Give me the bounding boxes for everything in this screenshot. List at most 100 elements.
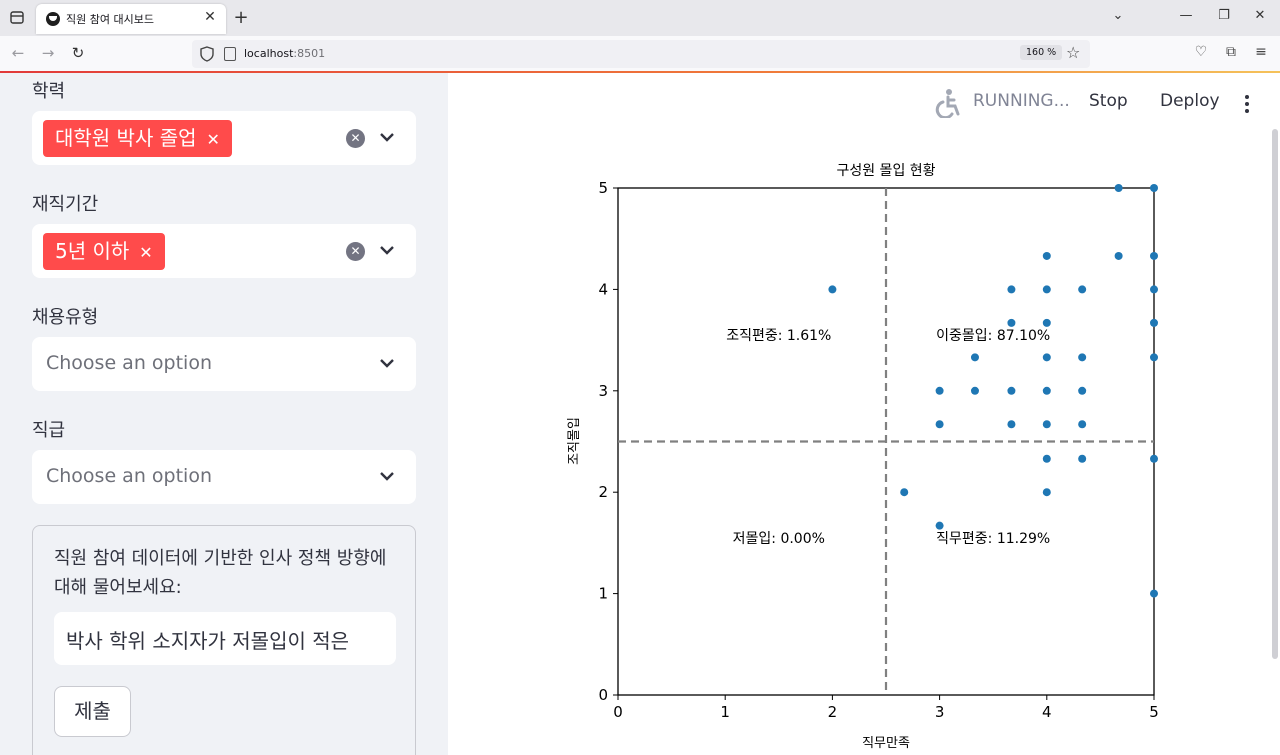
quadrant-labels: 조직편중: 1.61% 이중몰입: 87.10% 저몰입: 0.00% 직무편중: 1… xyxy=(726,328,1050,547)
quadrant-label: 이중몰입: 87.10% xyxy=(936,328,1050,344)
back-arrow-icon[interactable]: ← xyxy=(8,44,28,62)
forward-arrow-icon[interactable]: → xyxy=(38,44,58,62)
scatter-point xyxy=(900,488,909,497)
filter-label-education: 학력 xyxy=(32,81,66,102)
x-tick-label: 4 xyxy=(1042,703,1052,721)
chevron-down-icon[interactable] xyxy=(378,239,396,261)
chevron-down-icon[interactable] xyxy=(378,352,396,374)
scatter-point xyxy=(1150,454,1158,463)
clear-all-icon[interactable]: ✕ xyxy=(346,242,365,261)
scatter-point xyxy=(935,521,944,530)
chip-label: 5년 이하 xyxy=(55,239,130,263)
streamlit-favicon-icon xyxy=(46,12,60,26)
main-content: RUNNING... Stop Deploy 구성원 몰입 현황 0123450… xyxy=(448,73,1280,755)
stop-button[interactable]: Stop xyxy=(1089,91,1128,119)
scrollbar[interactable] xyxy=(1272,129,1278,659)
url-bar[interactable]: localhost:8501 160 % ☆ xyxy=(192,40,1090,68)
scatter-point xyxy=(1042,318,1051,327)
reload-icon[interactable]: ↻ xyxy=(68,44,88,62)
tab-overflow-chevron-icon[interactable]: ⌄ xyxy=(1108,8,1128,23)
y-tick-label: 5 xyxy=(598,179,608,197)
scatter-point xyxy=(1042,488,1051,497)
window-close-icon[interactable]: ✕ xyxy=(1250,8,1270,23)
restore-icon[interactable]: ❐ xyxy=(1214,8,1234,23)
threshold-lines xyxy=(618,188,1154,695)
shield-icon[interactable] xyxy=(200,46,214,62)
browser-tab[interactable]: 직원 참여 대시보드 ✕ xyxy=(36,4,226,34)
selected-chip[interactable]: 5년 이하 ✕ xyxy=(43,233,165,270)
chart-title: 구성원 몰입 현황 xyxy=(836,163,935,179)
tab-close-icon[interactable]: ✕ xyxy=(202,9,218,25)
filter-label-rank: 직급 xyxy=(32,420,66,441)
y-tick-label: 4 xyxy=(598,280,608,298)
clear-all-icon[interactable]: ✕ xyxy=(346,129,365,148)
tab-title: 직원 참여 대시보드 xyxy=(66,13,154,26)
chip-label: 대학원 박사 졸업 xyxy=(55,126,197,150)
minimize-icon[interactable]: — xyxy=(1176,8,1196,23)
filter-label-hire-type: 채용유형 xyxy=(32,307,99,328)
scatter-point xyxy=(1007,285,1016,294)
scatter-point xyxy=(1150,285,1158,294)
scatter-point xyxy=(1007,420,1016,429)
scatter-point xyxy=(1042,353,1051,362)
engagement-scatter-chart: 구성원 몰입 현황 0 1 2 3 4 5 0 1 2 3 4 5 조직편중: 1.61% 이중몰입: … xyxy=(567,163,1159,751)
scatter-point xyxy=(1150,251,1158,260)
scatter-point xyxy=(970,386,979,395)
x-tick-label: 2 xyxy=(828,703,838,721)
scatter-point xyxy=(935,386,944,395)
question-prompt: 직원 참여 데이터에 기반한 인사 정책 방향에 대해 물어보세요: xyxy=(54,548,387,598)
browser-tab-bar: 직원 참여 대시보드 ✕ + ⌄ — ❐ ✕ xyxy=(0,0,1280,36)
scatter-point xyxy=(1078,454,1087,463)
y-tick-label: 3 xyxy=(598,382,608,400)
scatter-point xyxy=(935,420,944,429)
filter-label-tenure: 재직기간 xyxy=(32,194,99,215)
chevron-down-icon[interactable] xyxy=(378,126,396,148)
pocket-icon[interactable]: ♡ xyxy=(1191,44,1211,60)
x-tick-label: 3 xyxy=(935,703,945,721)
tab-list-icon[interactable] xyxy=(6,8,28,28)
question-form: 직원 참여 데이터에 기반한 인사 정책 방향에 대해 물어보세요: 박사 학위… xyxy=(32,525,416,755)
deploy-button[interactable]: Deploy xyxy=(1160,91,1220,119)
app-menu-icon[interactable]: ≡ xyxy=(1251,44,1271,60)
scatter-point xyxy=(1150,184,1158,192)
chip-remove-icon[interactable]: ✕ xyxy=(207,130,220,149)
select-placeholder: Choose an option xyxy=(46,352,212,374)
scatter-point xyxy=(1007,318,1016,327)
scatter-point xyxy=(828,285,837,294)
running-status: RUNNING... xyxy=(973,91,1070,111)
running-person-icon xyxy=(935,89,960,118)
quadrant-label: 저몰입: 0.00% xyxy=(733,531,825,547)
scatter-point xyxy=(1078,386,1087,395)
scatter-point xyxy=(1007,386,1016,395)
extensions-icon[interactable]: ⧉ xyxy=(1221,44,1241,60)
new-tab-icon[interactable]: + xyxy=(232,7,250,28)
select-placeholder: Choose an option xyxy=(46,465,212,487)
chip-remove-icon[interactable]: ✕ xyxy=(139,243,152,262)
zoom-level[interactable]: 160 % xyxy=(1020,45,1063,60)
scatter-point xyxy=(970,353,979,362)
selected-chip[interactable]: 대학원 박사 졸업 ✕ xyxy=(43,120,232,157)
question-input[interactable]: 박사 학위 소지자가 저몰입이 적은 xyxy=(54,612,396,665)
hire-type-multiselect[interactable]: Choose an option xyxy=(32,337,416,391)
submit-button[interactable]: 제출 xyxy=(54,686,131,737)
bookmark-star-icon[interactable]: ☆ xyxy=(1066,43,1080,62)
url-text: localhost:8501 xyxy=(244,47,326,60)
scatter-point xyxy=(1150,589,1158,598)
x-tick-label: 1 xyxy=(720,703,730,721)
scatter-point xyxy=(1042,285,1051,294)
rank-multiselect[interactable]: Choose an option xyxy=(32,450,416,504)
chevron-down-icon[interactable] xyxy=(378,465,396,487)
scatter-point xyxy=(1078,285,1087,294)
scatter-point xyxy=(1042,420,1051,429)
tenure-multiselect[interactable]: 5년 이하 ✕ ✕ xyxy=(32,224,416,278)
x-axis-label: 직무만족 xyxy=(862,736,910,751)
scatter-point xyxy=(1042,251,1051,260)
education-multiselect[interactable]: 대학원 박사 졸업 ✕ ✕ xyxy=(32,111,416,165)
y-tick-label: 0 xyxy=(598,686,608,704)
main-menu-icon[interactable] xyxy=(1243,93,1251,115)
page-info-icon[interactable] xyxy=(224,47,236,61)
axis-ticks: 0 1 2 3 4 5 0 1 2 3 4 5 xyxy=(598,179,1158,721)
y-tick-label: 2 xyxy=(598,483,608,501)
sidebar: 학력 대학원 박사 졸업 ✕ ✕ 재직기간 5년 이하 ✕ ✕ 채용유형 Choos… xyxy=(0,73,448,755)
scatter-point xyxy=(1150,318,1158,327)
